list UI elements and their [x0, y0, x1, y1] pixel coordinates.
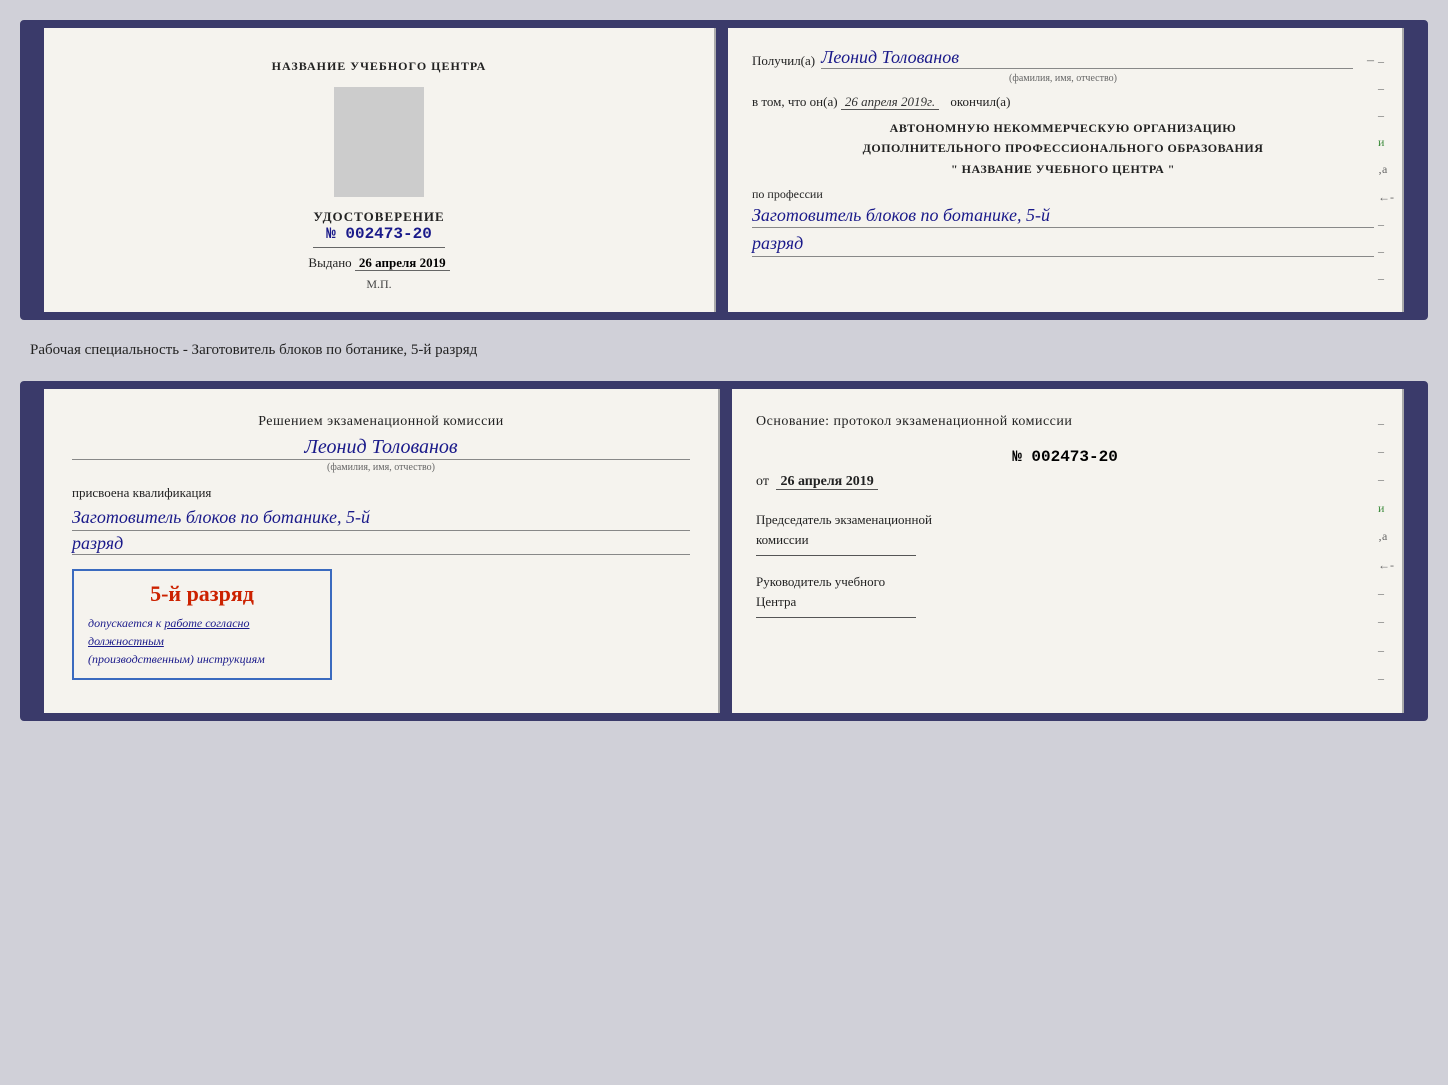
- ruk-label: Руководитель учебного Центра: [756, 572, 1374, 611]
- right-edge-dashes: – – – и ‚a ←- – – –: [1378, 28, 1394, 312]
- rdash-6: ←-: [1378, 190, 1394, 205]
- rdash-7: –: [1378, 217, 1394, 232]
- ot-date-value: 26 апреля 2019: [776, 474, 877, 490]
- left-spine: [28, 28, 44, 312]
- bottom-fio-sub: (фамилия, имя, отчество): [72, 462, 690, 473]
- ruk-line1: Руководитель учебного: [756, 572, 1374, 592]
- vtom-prefix: в том, что он(а): [752, 94, 838, 109]
- brdash-3: –: [1378, 472, 1394, 487]
- brdash-9: –: [1378, 643, 1394, 658]
- bottom-doc-right: Основание: протокол экзаменационной коми…: [732, 389, 1404, 713]
- rdash-2: –: [1378, 81, 1394, 96]
- bottom-profession: Заготовитель блоков по ботанике, 5-й: [72, 505, 690, 531]
- bottom-razryad: разряд: [72, 533, 690, 555]
- ruk-block: Руководитель учебного Центра: [756, 572, 1374, 618]
- protocol-num: № 002473-20: [756, 448, 1374, 466]
- razryad-value: разряд: [752, 232, 1374, 256]
- bottom-right-edge-dashes: – – – и ‚a ←- – – – –: [1378, 389, 1394, 713]
- recipient-line: Получил(а) Леонид Толованов –: [752, 48, 1374, 69]
- mp-label: М.П.: [366, 277, 391, 292]
- page-wrapper: НАЗВАНИЕ УЧЕБНОГО ЦЕНТРА УДОСТОВЕРЕНИЕ №…: [20, 20, 1428, 721]
- rdash-8: –: [1378, 244, 1394, 259]
- brdash-7: –: [1378, 586, 1394, 601]
- bottom-right-spine: [1404, 389, 1420, 713]
- bottom-center-spine: [720, 389, 732, 713]
- vydano-line: Выдано 26 апреля 2019: [68, 255, 690, 271]
- brdash-10: –: [1378, 671, 1394, 686]
- bottom-doc-left: Решением экзаменационной комиссии Леонид…: [44, 389, 720, 713]
- right-spine: [1404, 28, 1420, 312]
- stamp-main-text: 5-й разряд: [88, 581, 316, 607]
- brdash-1: –: [1378, 416, 1394, 431]
- bottom-document: Решением экзаменационной комиссии Леонид…: [20, 381, 1428, 721]
- bottom-name: Леонид Толованов: [72, 436, 690, 460]
- top-document: НАЗВАНИЕ УЧЕБНОГО ЦЕНТРА УДОСТОВЕРЕНИЕ №…: [20, 20, 1428, 320]
- chairman-sig-line: [756, 555, 916, 556]
- brdash-2: –: [1378, 444, 1394, 459]
- bottom-left-spine: [28, 389, 44, 713]
- vtom-suffix: окончил(а): [950, 94, 1010, 109]
- rdash-3: –: [1378, 108, 1394, 123]
- center-spine: [716, 28, 728, 312]
- top-doc-right: Получил(а) Леонид Толованов – (фамилия, …: [728, 28, 1404, 312]
- stamp-sub-prefix: допускается к: [88, 616, 161, 630]
- brdash-6: ←-: [1378, 558, 1394, 573]
- rdash-1: –: [1378, 54, 1394, 69]
- fio-subtitle: (фамилия, имя, отчество): [752, 73, 1374, 84]
- dash-after-name: –: [1367, 53, 1374, 69]
- stamp-sub-text: допускается к работе согласно должностны…: [88, 614, 316, 668]
- rdash-9: –: [1378, 271, 1394, 286]
- ruk-sig-line: [756, 617, 916, 618]
- vydano-date: 26 апреля 2019: [355, 255, 450, 271]
- chairman-block: Председатель экзаменационной комиссии: [756, 510, 1374, 556]
- cert-number: № 002473-20: [313, 225, 444, 243]
- brdash-5: ‚a: [1378, 529, 1394, 544]
- brdash-8: –: [1378, 614, 1394, 629]
- training-center-label: НАЗВАНИЕ УЧЕБНОГО ЦЕНТРА: [272, 58, 487, 75]
- osnovanie-text: Основание: протокол экзаменационной коми…: [756, 411, 1374, 432]
- org-line1: АВТОНОМНУЮ НЕКОММЕРЧЕСКУЮ ОРГАНИЗАЦИЮ: [752, 118, 1374, 138]
- cert-label: УДОСТОВЕРЕНИЕ: [313, 209, 444, 225]
- rdash-5: ‚a: [1378, 162, 1394, 177]
- resheniem-text: Решением экзаменационной комиссии: [72, 411, 690, 432]
- org-line3: " НАЗВАНИЕ УЧЕБНОГО ЦЕНТРА ": [752, 159, 1374, 179]
- vtom-line: в том, что он(а) 26 апреля 2019г. окончи…: [752, 94, 1374, 110]
- photo-placeholder: [334, 87, 424, 197]
- vydano-label: Выдано: [308, 255, 351, 270]
- prisvoena-text: присвоена квалификация: [72, 485, 690, 501]
- po-professii-label: по профессии: [752, 187, 1374, 202]
- top-doc-left: НАЗВАНИЕ УЧЕБНОГО ЦЕНТРА УДОСТОВЕРЕНИЕ №…: [44, 28, 716, 312]
- cert-number-block: УДОСТОВЕРЕНИЕ № 002473-20: [313, 209, 444, 252]
- profession-name: Заготовитель блоков по ботанике, 5-й: [752, 204, 1374, 228]
- recipient-name: Леонид Толованов: [821, 48, 1353, 69]
- poluchil-label: Получил(а): [752, 53, 815, 69]
- ot-date-line: от 26 апреля 2019: [756, 474, 1374, 490]
- brdash-4: и: [1378, 501, 1394, 516]
- chairman-line2: комиссии: [756, 530, 1374, 550]
- stamp-sub-italic: (производственным) инструкциям: [88, 652, 265, 666]
- chairman-label: Председатель экзаменационной комиссии: [756, 510, 1374, 549]
- stamp-box: 5-й разряд допускается к работе согласно…: [72, 569, 332, 679]
- org-block: АВТОНОМНУЮ НЕКОММЕРЧЕСКУЮ ОРГАНИЗАЦИЮ ДО…: [752, 118, 1374, 179]
- vtom-date: 26 апреля 2019г.: [841, 94, 939, 110]
- vydano-block: Выдано 26 апреля 2019: [68, 255, 690, 271]
- org-line2: ДОПОЛНИТЕЛЬНОГО ПРОФЕССИОНАЛЬНОГО ОБРАЗО…: [752, 138, 1374, 158]
- ruk-line2: Центра: [756, 592, 1374, 612]
- rdash-4: и: [1378, 135, 1394, 150]
- ot-label: от: [756, 474, 769, 489]
- chairman-line1: Председатель экзаменационной: [756, 510, 1374, 530]
- specialty-label: Рабочая специальность - Заготовитель бло…: [20, 336, 1428, 365]
